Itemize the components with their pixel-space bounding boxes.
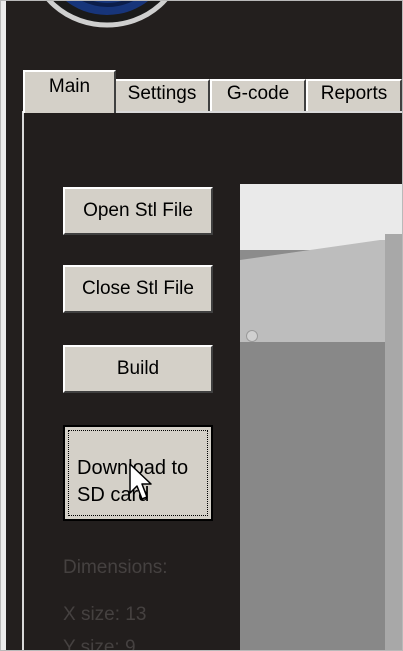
3d-preview-viewport[interactable]: [240, 184, 402, 650]
tab-main[interactable]: Main: [23, 70, 116, 113]
model-marker: [246, 330, 258, 342]
dimensions-label: Dimensions:: [63, 557, 168, 578]
tab-settings[interactable]: Settings: [114, 79, 210, 111]
build-plate-front: [240, 342, 402, 650]
build-button[interactable]: Build: [63, 345, 213, 393]
open-stl-file-button[interactable]: Open Stl File: [63, 187, 213, 235]
y-size-label: Y size: 9: [63, 637, 136, 651]
close-stl-file-button[interactable]: Close Stl File: [63, 265, 213, 313]
tab-gcode[interactable]: G-code: [210, 79, 306, 111]
tab-reports[interactable]: Reports: [306, 79, 402, 111]
viewport-background: [240, 184, 402, 250]
tab-bar: Main Settings G-code Reports: [1, 61, 402, 116]
globe-logo-icon: [46, 1, 168, 28]
mouse-pointer-icon: [129, 463, 152, 500]
app-window: Main Settings G-code Reports Open Stl Fi…: [0, 0, 403, 651]
build-plate-side: [385, 234, 402, 650]
x-size-label: X size: 13: [63, 604, 147, 625]
